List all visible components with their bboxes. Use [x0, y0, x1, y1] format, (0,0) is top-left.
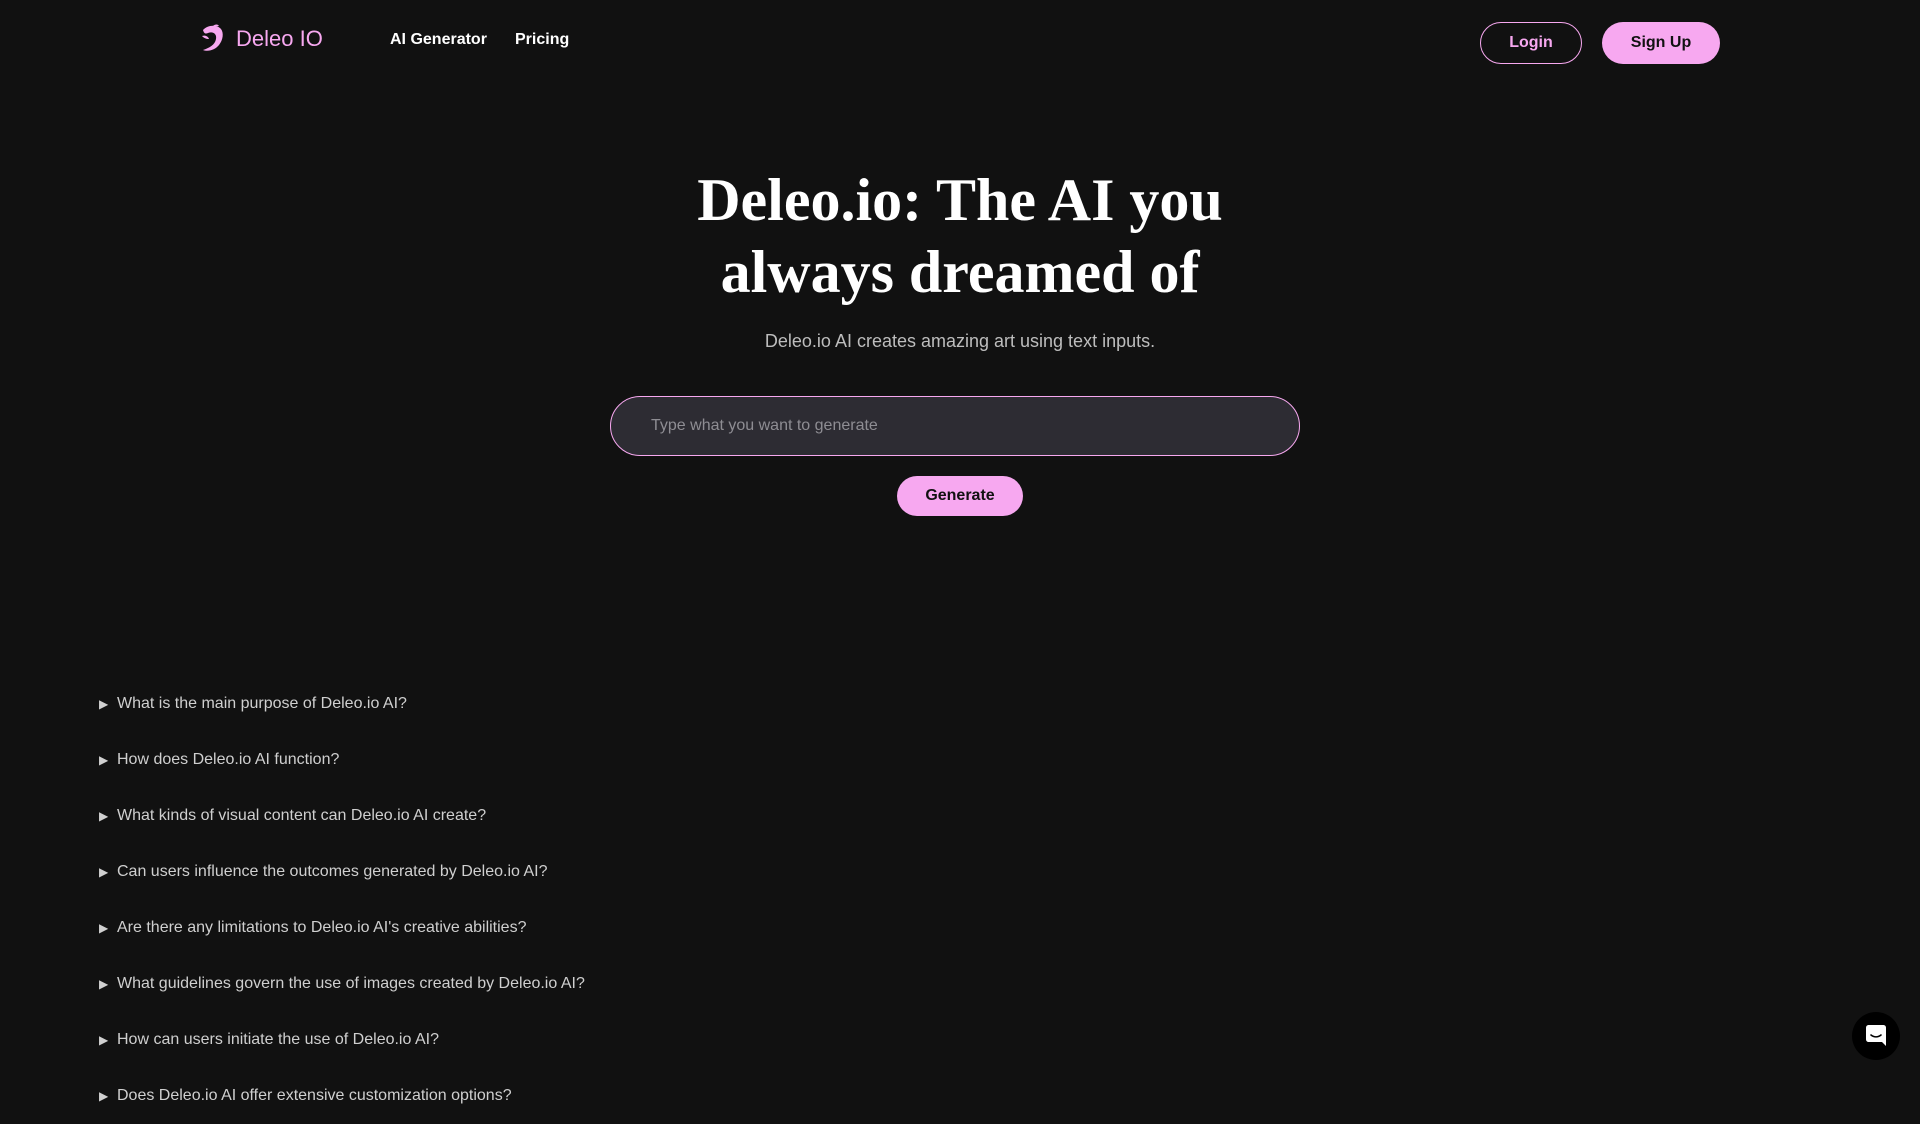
triangle-right-icon: ▶	[99, 1089, 109, 1103]
triangle-right-icon: ▶	[99, 697, 109, 711]
chat-launcher-button[interactable]	[1852, 1012, 1900, 1060]
faq-question: How can users initiate the use of Deleo.…	[117, 1031, 439, 1048]
logo-link[interactable]: Deleo IO	[199, 24, 323, 54]
faq-item[interactable]: ▶ What kinds of visual content can Deleo…	[99, 788, 999, 844]
faq-question: What is the main purpose of Deleo.io AI?	[117, 695, 407, 712]
faq-item[interactable]: ▶ Are there any limitations to Deleo.io …	[99, 900, 999, 956]
faq-item[interactable]: ▶ What guidelines govern the use of imag…	[99, 956, 999, 1012]
faq-question: Are there any limitations to Deleo.io AI…	[117, 919, 527, 936]
generate-button[interactable]: Generate	[897, 476, 1023, 516]
hero-title: Deleo.io: The AI you always dreamed of	[0, 164, 1920, 308]
faq-question: How does Deleo.io AI function?	[117, 751, 340, 768]
faq-question: What guidelines govern the use of images…	[117, 975, 585, 992]
chat-bubble-icon	[1866, 1025, 1886, 1046]
triangle-right-icon: ▶	[99, 1033, 109, 1047]
triangle-right-icon: ▶	[99, 921, 109, 935]
faq-item[interactable]: ▶ How does Deleo.io AI function?	[99, 732, 999, 788]
triangle-right-icon: ▶	[99, 865, 109, 879]
hero-subtitle: Deleo.io AI creates amazing art using te…	[764, 331, 1156, 351]
faq-question: Does Deleo.io AI offer extensive customi…	[117, 1087, 512, 1104]
signup-button[interactable]: Sign Up	[1602, 22, 1720, 64]
brand-name: Deleo IO	[236, 26, 323, 51]
triangle-right-icon: ▶	[99, 809, 109, 823]
triangle-right-icon: ▶	[99, 753, 109, 767]
prompt-input[interactable]	[610, 396, 1300, 456]
faq-item[interactable]: ▶ Does Deleo.io AI offer extensive custo…	[99, 1068, 999, 1124]
faq-list: ▶ What is the main purpose of Deleo.io A…	[99, 676, 999, 1124]
faq-item[interactable]: ▶ What is the main purpose of Deleo.io A…	[99, 676, 999, 732]
nav-link-pricing[interactable]: Pricing	[515, 31, 569, 49]
hero-title-line2: always dreamed of	[720, 239, 1200, 305]
faq-question: What kinds of visual content can Deleo.i…	[117, 807, 487, 824]
faq-question: Can users influence the outcomes generat…	[117, 863, 548, 880]
dolphin-logo-icon	[202, 24, 223, 51]
faq-item[interactable]: ▶ How can users initiate the use of Dele…	[99, 1012, 999, 1068]
navbar: Deleo IO AI Generator Pricing Login Sign…	[0, 0, 1920, 86]
hero-title-line1: Deleo.io: The AI you	[697, 167, 1223, 233]
faq-item[interactable]: ▶ Can users influence the outcomes gener…	[99, 844, 999, 900]
nav-link-ai-generator[interactable]: AI Generator	[390, 31, 487, 49]
triangle-right-icon: ▶	[99, 977, 109, 991]
login-button[interactable]: Login	[1480, 22, 1582, 64]
